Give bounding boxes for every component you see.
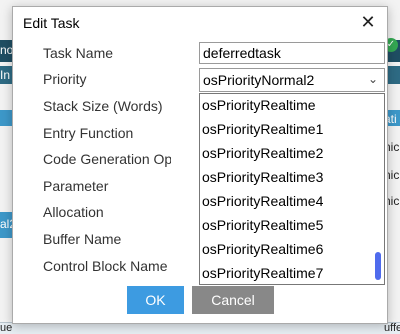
close-icon[interactable]: ✕ xyxy=(357,11,379,33)
priority-select[interactable]: osPriorityNormal2 ⌄ xyxy=(199,68,385,92)
label-task-name: Task Name xyxy=(43,45,114,61)
label-parameter: Parameter xyxy=(43,178,109,194)
cancel-button[interactable]: Cancel xyxy=(192,286,274,314)
background-text: In xyxy=(0,68,11,82)
priority-option[interactable]: osPriorityRealtime2 xyxy=(200,142,374,166)
priority-option[interactable]: osPriorityRealtime6 xyxy=(200,238,374,262)
priority-option[interactable]: osPriorityRealtime1 xyxy=(200,118,374,142)
task-name-input[interactable] xyxy=(199,42,385,64)
label-stack-size: Stack Size (Words) xyxy=(43,98,163,114)
background-text: ueu xyxy=(0,322,12,334)
dialog-title: Edit Task xyxy=(23,15,80,31)
dialog-titlebar: Edit Task ✕ xyxy=(13,7,387,37)
label-entry-function: Entry Function xyxy=(43,125,134,141)
label-buffer-name: Buffer Name xyxy=(43,231,122,247)
priority-option[interactable]: osPriorityRealtime3 xyxy=(200,166,374,190)
edit-task-dialog: Edit Task ✕ Task Name Priority Stack Siz… xyxy=(12,6,388,324)
chevron-down-icon[interactable]: ⌄ xyxy=(368,72,378,86)
label-priority: Priority xyxy=(43,71,87,87)
priority-dropdown-list: osPriorityRealtime osPriorityRealtime1 o… xyxy=(199,93,385,285)
dropdown-scrollbar[interactable] xyxy=(372,94,384,284)
priority-selected-value: osPriorityNormal2 xyxy=(203,72,315,88)
label-code-generation-option: Code Generation Option xyxy=(43,151,171,167)
ok-button[interactable]: OK xyxy=(127,286,184,314)
label-control-block-name: Control Block Name xyxy=(43,258,168,274)
priority-option[interactable]: osPriorityRealtime4 xyxy=(200,190,374,214)
background-text: al2 xyxy=(0,217,12,231)
background-text: no xyxy=(0,43,12,57)
label-allocation: Allocation xyxy=(43,204,104,220)
priority-option[interactable]: osPriorityRealtime5 xyxy=(200,214,374,238)
scrollbar-thumb[interactable] xyxy=(375,252,381,280)
priority-option[interactable]: osPriorityRealtime xyxy=(200,94,374,118)
priority-option[interactable]: osPriorityRealtime7 xyxy=(200,262,374,284)
